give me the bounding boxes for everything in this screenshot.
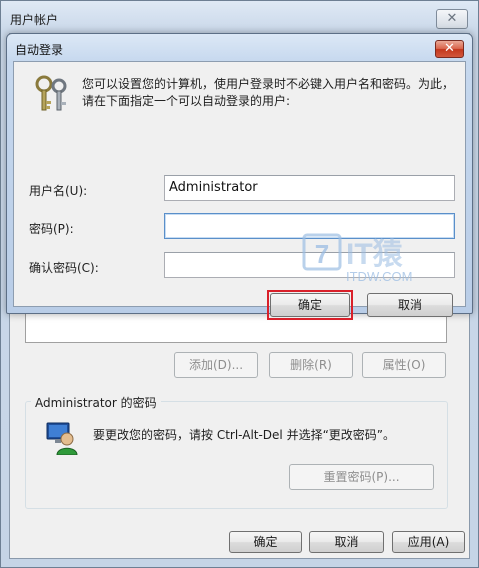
dialog-cancel-button[interactable]: 取消 bbox=[367, 293, 453, 317]
password-group-label: Administrator 的密码 bbox=[31, 394, 161, 411]
confirm-password-input[interactable] bbox=[164, 252, 455, 278]
dialog-description: 您可以设置您的计算机，使用户登录时不必键入用户名和密码。为此，请在下面指定一个可… bbox=[82, 77, 455, 108]
keys-icon bbox=[35, 75, 67, 111]
properties-button[interactable]: 属性(O) bbox=[362, 352, 446, 378]
window-close-button[interactable]: ✕ bbox=[436, 9, 468, 29]
apply-button[interactable]: 应用(A) bbox=[392, 531, 465, 553]
auto-logon-dialog: 自动登录 ✕ 您可以设置您的计算机，使用户登录时不必键入用户名和密码。为此，请在… bbox=[6, 33, 473, 320]
ok-button[interactable]: 确定 bbox=[229, 531, 302, 553]
username-input[interactable]: Administrator bbox=[164, 175, 455, 201]
confirm-password-label: 确认密码(C): bbox=[29, 261, 99, 275]
window-title: 用户帐户 bbox=[10, 13, 59, 27]
dialog-title: 自动登录 bbox=[15, 43, 64, 57]
reset-password-button[interactable]: 重置密码(P)... bbox=[289, 464, 434, 490]
add-user-button[interactable]: 添加(D)... bbox=[174, 352, 258, 378]
password-label: 密码(P): bbox=[29, 222, 74, 236]
dialog-ok-button[interactable]: 确定 bbox=[270, 293, 350, 317]
dialog-body: 您可以设置您的计算机，使用户登录时不必键入用户名和密码。为此，请在下面指定一个可… bbox=[13, 61, 466, 320]
password-group-text: 要更改您的密码，请按 Ctrl-Alt-Del 并选择“更改密码”。 bbox=[93, 428, 396, 442]
close-icon: ✕ bbox=[446, 11, 458, 26]
password-input[interactable] bbox=[164, 213, 455, 239]
close-icon: ✕ bbox=[444, 41, 455, 56]
username-label: 用户名(U): bbox=[29, 184, 88, 198]
remove-user-button[interactable]: 删除(R) bbox=[269, 352, 353, 378]
dialog-close-button[interactable]: ✕ bbox=[435, 40, 464, 58]
cancel-button[interactable]: 取消 bbox=[309, 531, 384, 553]
user-icon bbox=[46, 422, 78, 455]
password-groupbox bbox=[25, 401, 448, 509]
